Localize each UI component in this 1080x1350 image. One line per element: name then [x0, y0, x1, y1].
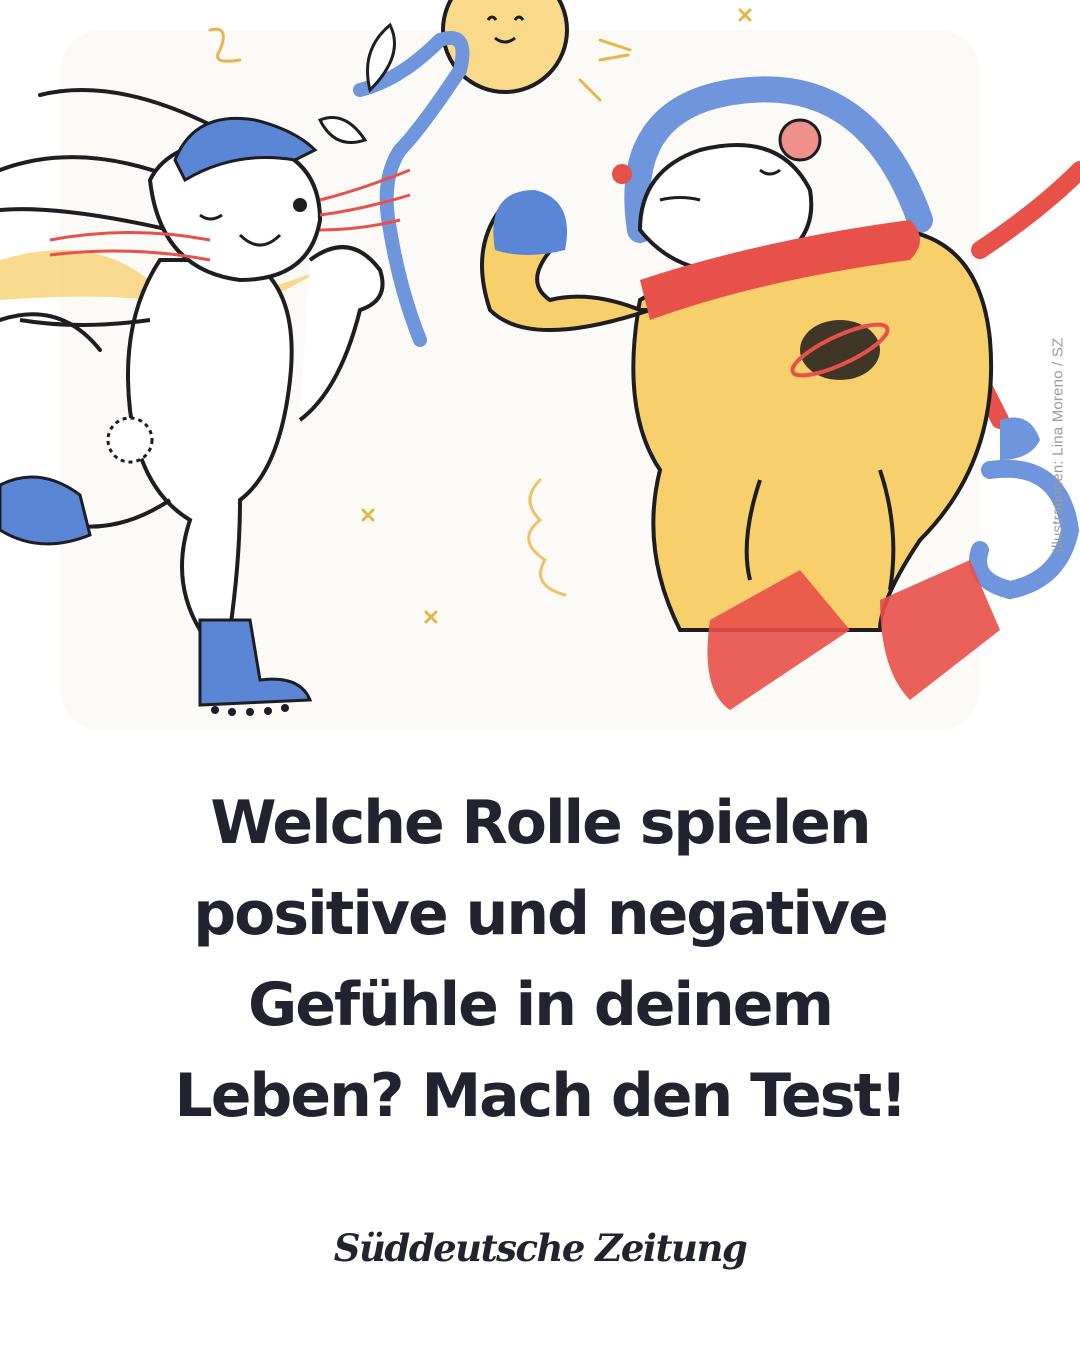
brand-logo: Süddeutsche Zeitung: [333, 1226, 748, 1270]
headline-line: Welche Rolle spielen: [210, 788, 871, 858]
headline-line: positive und negative: [193, 879, 889, 949]
illustration: [0, 0, 1080, 730]
headline-line: Gefühle in deinem: [248, 970, 834, 1040]
headline-line: Leben? Mach den Test!: [174, 1061, 908, 1131]
headline: Welche Rolle spielen positive und negati…: [90, 778, 990, 1142]
illustration-credit: Illustrationen: Lina Moreno / SZ: [1049, 337, 1067, 553]
